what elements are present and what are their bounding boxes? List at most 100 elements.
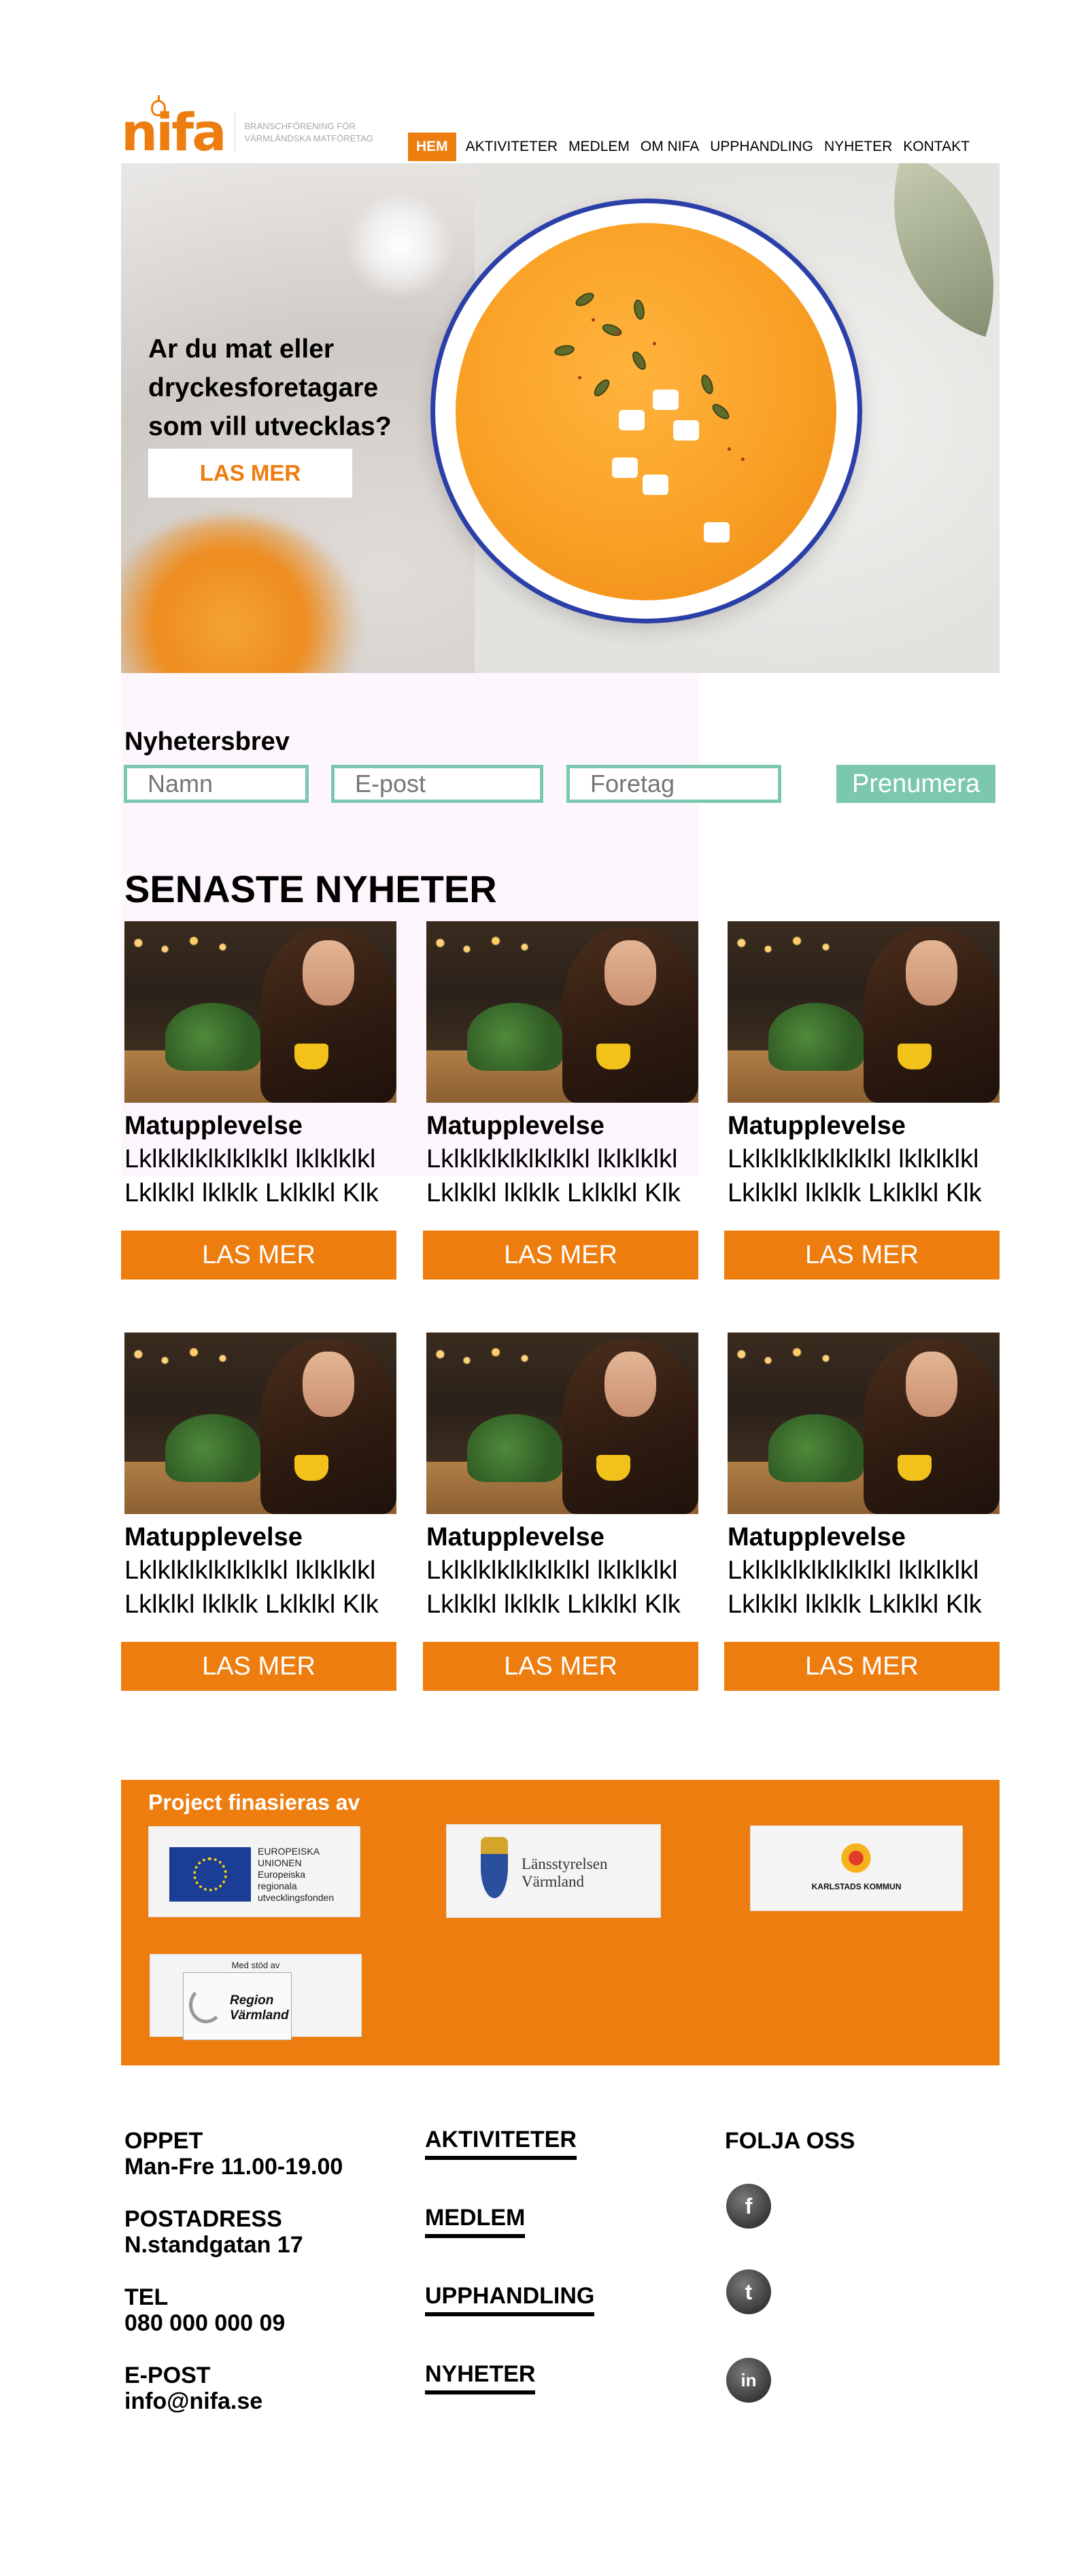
apple-icon [151, 95, 166, 116]
chili-flake [592, 318, 595, 322]
region-varmland-mark: Region Värmland [183, 1972, 292, 2040]
nav-hem[interactable]: HEM [408, 133, 456, 161]
footer-link-aktiviteter[interactable]: AKTIVITETER [425, 2127, 577, 2160]
news-card-title: Matupplevelse [426, 1112, 604, 1140]
news-card-image[interactable] [426, 921, 698, 1103]
footer-link-medlem[interactable]: MEDLEM [425, 2205, 526, 2238]
facebook-icon[interactable]: f [726, 2184, 771, 2229]
region-varmland-logo: Med stöd av Region Värmland [150, 1954, 362, 2040]
news-card-read-more-button[interactable]: LAS MER [724, 1642, 1000, 1691]
logo-wordmark: nifa [121, 95, 227, 158]
eu-flag-icon [169, 1847, 251, 1902]
pumpkin-soup [456, 223, 836, 600]
cheese-piece [673, 420, 699, 441]
newsletter-title: Nyhetersbrev [124, 727, 290, 756]
eu-logo: EUROPEISKA UNIONEN Europeiska regionala … [148, 1826, 360, 1917]
address-value: N.standgatan 17 [124, 2232, 303, 2258]
newsletter-subscribe-button[interactable]: Prenumera [836, 765, 995, 803]
latest-news-title: SENASTE NYHETER [124, 868, 497, 910]
karlstads-kommun-text: KARLSTADS KOMMUN [811, 1882, 902, 1891]
opening-label: OPPET [124, 2128, 203, 2154]
news-card-text: Lklklklklklklklkl lklklklkl Lklklkl lklkl… [728, 1145, 982, 1207]
seed-decoration [698, 373, 716, 396]
news-card-title: Matupplevelse [728, 1523, 906, 1551]
footer-opening-hours: OPPET Man-Fre 11.00-19.00 [124, 2128, 343, 2180]
funding-title: Project finasieras av [148, 1790, 360, 1815]
sun-icon [839, 1841, 873, 1875]
footer-address: POSTADRESS N.standgatan 17 [124, 2206, 303, 2258]
cheese-piece [704, 522, 730, 543]
seed-decoration [709, 401, 732, 422]
news-card-image[interactable] [728, 1333, 1000, 1514]
seed-decoration [630, 349, 649, 373]
nav-medlem[interactable]: MEDLEM [563, 133, 635, 161]
nav-nyheter[interactable]: NYHETER [819, 133, 898, 161]
seed-decoration [632, 298, 646, 321]
news-card-read-more-button[interactable]: LAS MER [724, 1231, 1000, 1280]
seed-decoration [591, 377, 613, 399]
main-nav: HEM AKTIVITETER MEDLEM OM NIFA UPPHANDLI… [408, 133, 975, 161]
linkedin-icon[interactable]: in [726, 2358, 771, 2403]
footer-link-upphandling[interactable]: UPPHANDLING [425, 2283, 595, 2316]
news-card-read-more-button[interactable]: LAS MER [423, 1642, 698, 1691]
seed-decoration [573, 290, 596, 309]
email-label: E-POST [124, 2363, 211, 2388]
news-card-title: Matupplevelse [124, 1523, 303, 1551]
footer-email: E-POST info@nifa.se [124, 2363, 262, 2414]
news-card-image[interactable] [124, 921, 396, 1103]
hero-blurred-bowl [121, 517, 359, 673]
newsletter-name-input[interactable] [124, 765, 309, 803]
cheese-piece [653, 390, 679, 410]
check-swoosh-icon [189, 1987, 223, 2023]
nav-om-nifa[interactable]: OM NIFA [635, 133, 704, 161]
logo-tagline: BRANSCHFÖRENING FÖR VÄRMLÄNDSKA MATFÖRET… [244, 121, 374, 143]
eu-logo-text: EUROPEISKA UNIONEN Europeiska regionala … [258, 1846, 335, 1903]
hero-banner: Ar du mat eller dryckesforetagare som vi… [121, 163, 1000, 673]
nav-kontakt[interactable]: KONTAKT [898, 133, 975, 161]
news-card-text: Lklklklklklklklkl lklklklkl Lklklkl lklkl… [124, 1145, 379, 1207]
news-card-text: Lklklklklklklklkl lklklklkl Lklklkl lklkl… [426, 1145, 681, 1207]
news-card-title: Matupplevelse [124, 1112, 303, 1140]
lansstyrelsen-logo: Länsstyrelsen Värmland [446, 1824, 661, 1918]
newsletter-email-input[interactable] [331, 765, 543, 803]
hero-headline: Ar du mat eller dryckesforetagare som vi… [148, 334, 392, 441]
footer-phone: TEL 080 000 000 09 [124, 2284, 285, 2336]
seed-decoration [600, 322, 624, 339]
email-value[interactable]: info@nifa.se [124, 2388, 262, 2414]
region-varmland-caption: Med stöd av [231, 1960, 280, 1970]
phone-value: 080 000 000 09 [124, 2310, 286, 2336]
cheese-piece [619, 410, 645, 430]
hero-read-more-button[interactable]: LAS MER [148, 449, 352, 498]
news-card-text: Lklklklklklklklkl lklklklkl Lklklkl lklkl… [124, 1556, 379, 1619]
hero-blurred-highlight [345, 190, 454, 299]
news-card-image[interactable] [124, 1333, 396, 1514]
news-card-title: Matupplevelse [426, 1523, 604, 1551]
news-card-read-more-button[interactable]: LAS MER [121, 1231, 396, 1280]
phone-label: TEL [124, 2284, 169, 2310]
chili-flake [615, 332, 619, 335]
crest-icon [481, 1837, 508, 1898]
newsletter-company-input[interactable] [566, 765, 781, 803]
chili-flake [653, 342, 656, 345]
chili-flake [578, 376, 581, 379]
news-card-text: Lklklklklklklklkl lklklklkl Lklklkl lklkl… [728, 1556, 982, 1619]
nav-upphandling[interactable]: UPPHANDLING [704, 133, 819, 161]
lansstyrelsen-logo-text: Länsstyrelsen Värmland [522, 1855, 608, 1890]
footer-link-nyheter[interactable]: NYHETER [425, 2361, 536, 2394]
nav-aktiviteter[interactable]: AKTIVITETER [460, 133, 563, 161]
karlstads-kommun-logo: KARLSTADS KOMMUN [750, 1825, 963, 1911]
news-card-image[interactable] [728, 921, 1000, 1103]
address-label: POSTADRESS [124, 2206, 282, 2232]
follow-us-title: FOLJA OSS [725, 2128, 855, 2154]
cheese-piece [612, 458, 638, 478]
region-varmland-text: Region Värmland [230, 1993, 289, 2023]
chili-flake [728, 447, 731, 451]
news-card-title: Matupplevelse [728, 1112, 906, 1140]
cheese-piece [643, 475, 668, 495]
seed-decoration [553, 343, 576, 358]
twitter-icon[interactable]: t [726, 2269, 771, 2314]
nifa-logo[interactable]: nifa BRANSCHFÖRENING FÖR VÄRMLÄNDSKA MAT… [121, 95, 394, 163]
news-card-read-more-button[interactable]: LAS MER [121, 1642, 396, 1691]
news-card-image[interactable] [426, 1333, 698, 1514]
news-card-read-more-button[interactable]: LAS MER [423, 1231, 698, 1280]
